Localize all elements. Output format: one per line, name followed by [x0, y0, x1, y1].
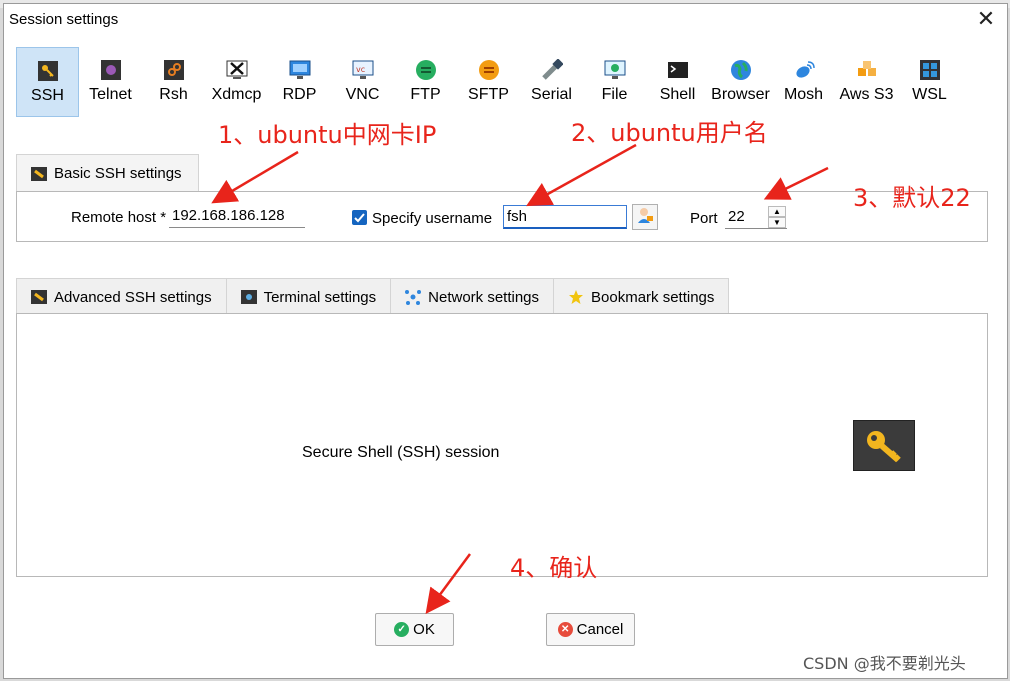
protocol-label: Browser [711, 86, 770, 103]
xdmcp-icon [226, 59, 248, 81]
spin-down-icon[interactable]: ▼ [768, 217, 786, 228]
remote-host-input[interactable] [169, 204, 305, 228]
tab-bookmark-settings[interactable]: Bookmark settings [553, 278, 730, 315]
tab-label: Terminal settings [263, 288, 377, 306]
close-button[interactable]: ✕ [973, 6, 999, 32]
serial-icon [541, 59, 563, 81]
protocol-browser[interactable]: Browser [709, 47, 772, 117]
tab-network-settings[interactable]: Network settings [390, 278, 555, 315]
protocol-label: FTP [410, 86, 441, 103]
cancel-label: Cancel [576, 621, 624, 638]
tab-label: Basic SSH settings [54, 165, 182, 182]
protocol-shell[interactable]: Shell [646, 47, 709, 117]
shell-icon [667, 59, 689, 81]
cancel-button[interactable]: ✕ Cancel [546, 613, 635, 646]
username-input[interactable] [503, 205, 627, 229]
protocol-label: Shell [659, 86, 696, 103]
protocol-ssh[interactable]: SSH [16, 47, 79, 117]
tab-terminal-settings[interactable]: Terminal settings [225, 278, 392, 315]
tab-advanced-ssh-settings[interactable]: Advanced SSH settings [16, 278, 227, 315]
annotation-1: 1、ubuntu中网卡IP [218, 121, 437, 149]
window-title: Session settings [9, 11, 119, 28]
star-icon [568, 289, 584, 305]
vnc-icon: vc [352, 59, 374, 81]
protocol-aws-s3[interactable]: Aws S3 [835, 47, 898, 117]
network-icon [405, 289, 422, 305]
check-circle-icon: ✓ [394, 622, 410, 637]
protocol-label: VNC [345, 86, 380, 103]
protocol-telnet[interactable]: Telnet [79, 47, 142, 117]
terminal-icon [240, 289, 257, 305]
port-spinner[interactable]: ▲ ▼ [768, 206, 786, 228]
globe-icon [730, 59, 752, 81]
protocol-serial[interactable]: Serial [520, 47, 583, 117]
settings-tabs: Advanced SSH settings Terminal settings … [16, 278, 730, 315]
port-label: Port [690, 210, 718, 227]
remote-host-label: Remote host * [71, 209, 167, 226]
title-bar: Session settings ✕ [4, 4, 1007, 34]
aws-icon [856, 59, 878, 81]
protocol-sftp[interactable]: SFTP [457, 47, 520, 117]
satellite-icon [793, 59, 815, 81]
watermark: CSDN @我不要剃光头 [803, 654, 966, 673]
protocol-file[interactable]: File [583, 47, 646, 117]
protocol-label: Serial [531, 86, 572, 103]
annotation-3: 3、默认22 [853, 184, 971, 212]
protocol-vnc[interactable]: vc VNC [331, 47, 394, 117]
session-description: Secure Shell (SSH) session [302, 444, 500, 461]
protocol-rsh[interactable]: Rsh [142, 47, 205, 117]
spin-up-icon[interactable]: ▲ [768, 206, 786, 217]
protocol-label: Mosh [783, 86, 824, 103]
wrench-icon [31, 289, 47, 305]
protocol-toolbar: SSH Telnet Rsh Xdmcp RDP vc VNC FTP SFTP… [16, 47, 961, 119]
tab-label: Advanced SSH settings [54, 288, 212, 306]
checkmark-icon [354, 213, 365, 223]
protocol-ftp[interactable]: FTP [394, 47, 457, 117]
specify-username-checkbox[interactable] [352, 210, 367, 225]
rsh-icon [163, 59, 185, 81]
protocol-wsl[interactable]: WSL [898, 47, 961, 117]
protocol-xdmcp[interactable]: Xdmcp [205, 47, 268, 117]
tab-label: Bookmark settings [591, 288, 715, 306]
protocol-label: Telnet [89, 86, 132, 103]
rdp-icon [289, 59, 311, 81]
svg-text:vc: vc [356, 65, 365, 74]
protocol-label: WSL [912, 86, 947, 103]
ssh-key-icon [853, 420, 915, 471]
wrench-icon [31, 166, 47, 182]
user-manager-button[interactable] [632, 204, 658, 230]
protocol-label: SSH [31, 87, 64, 104]
protocol-mosh[interactable]: Mosh [772, 47, 835, 117]
tab-basic-ssh-settings[interactable]: Basic SSH settings [16, 154, 199, 192]
ftp-icon [415, 59, 437, 81]
protocol-label: SFTP [468, 86, 509, 103]
protocol-label: RDP [282, 86, 317, 103]
protocol-label: File [601, 86, 628, 103]
telnet-icon [100, 59, 122, 81]
annotation-2: 2、ubuntu用户名 [571, 119, 768, 147]
cancel-circle-icon: ✕ [557, 622, 573, 637]
annotation-4: 4、确认 [510, 554, 598, 582]
sftp-icon [478, 59, 500, 81]
protocol-label: Aws S3 [839, 86, 894, 103]
user-icon [636, 206, 654, 228]
ok-label: OK [413, 621, 435, 638]
windows-icon [919, 59, 941, 81]
tab-label: Network settings [428, 288, 540, 306]
protocol-rdp[interactable]: RDP [268, 47, 331, 117]
file-icon [604, 59, 626, 81]
protocol-label: Xdmcp [211, 86, 262, 103]
protocol-label: Rsh [159, 86, 188, 103]
specify-username-label: Specify username [372, 210, 493, 227]
ssh-key-icon [37, 60, 59, 82]
ok-button[interactable]: ✓ OK [375, 613, 454, 646]
session-content-panel [16, 313, 988, 577]
